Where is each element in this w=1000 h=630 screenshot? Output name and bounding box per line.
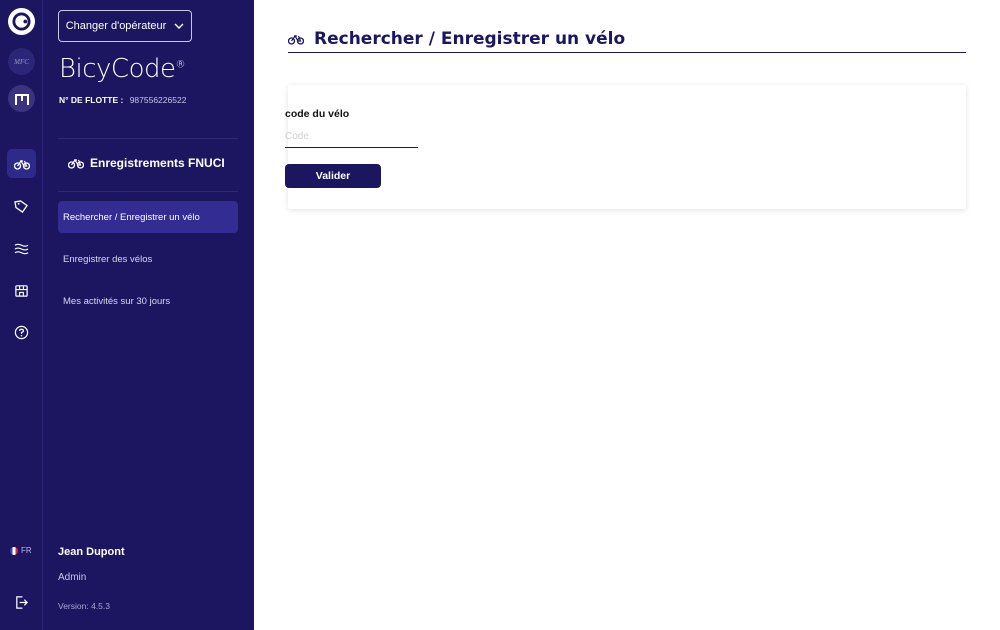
validate-button[interactable]: Valider: [285, 164, 381, 188]
sidebar-item-label: Mes activités sur 30 jours: [63, 295, 171, 307]
main-content: Rechercher / Enregistrer un vélo code du…: [254, 0, 1000, 630]
sidebar: Changer d'opérateur BicyCode® N° DE FLOT…: [43, 0, 254, 630]
sidebar-item-search-register-bike[interactable]: Rechercher / Enregistrer un vélo: [58, 201, 238, 233]
app-version: Version: 4.5.3: [58, 601, 110, 611]
bike-code-input[interactable]: [285, 126, 418, 148]
change-operator-label: Changer d'opérateur: [65, 20, 167, 32]
brand-logo-text: BicyCode: [59, 54, 176, 84]
bicycle-icon: [68, 158, 84, 169]
change-operator-button[interactable]: Changer d'opérateur: [58, 10, 192, 42]
org-m-icon[interactable]: [8, 85, 35, 112]
page-header: Rechercher / Enregistrer un vélo: [288, 25, 966, 53]
bike-code-label: code du vélo: [285, 108, 350, 120]
fleet-number-value: 987556226522: [129, 95, 187, 105]
user-name: Jean Dupont: [58, 546, 125, 558]
sidebar-item-label: Rechercher / Enregistrer un vélo: [63, 211, 200, 223]
brand-logo: BicyCode®: [59, 54, 185, 84]
language-code: FR: [21, 546, 32, 555]
store-icon[interactable]: [7, 276, 36, 305]
fleet-number: N° DE FLOTTE : 987556226522: [59, 95, 186, 105]
brand-registered-mark: ®: [175, 59, 186, 71]
page-title: Rechercher / Enregistrer un vélo: [314, 28, 626, 49]
section-fnuci: Enregistrements FNUCI: [68, 156, 225, 170]
bicycode-logo-icon[interactable]: [8, 8, 35, 35]
tag-icon[interactable]: [7, 192, 36, 221]
logout-icon[interactable]: [7, 588, 36, 617]
france-flag-icon: [10, 546, 18, 555]
sidebar-item-activities-30-days[interactable]: Mes activités sur 30 jours: [58, 285, 238, 317]
bicycle-icon[interactable]: [7, 149, 36, 178]
waves-icon[interactable]: [7, 234, 36, 263]
icon-rail: MFC FR: [0, 0, 43, 630]
help-icon[interactable]: [7, 318, 36, 347]
chevron-down-icon: [174, 23, 184, 29]
section-title-label: Enregistrements FNUCI: [90, 156, 225, 170]
sidebar-item-register-bikes[interactable]: Enregistrer des vélos: [58, 243, 238, 275]
sidebar-divider: [58, 191, 238, 192]
sidebar-divider: [58, 138, 238, 139]
org-mfc-icon[interactable]: MFC: [8, 48, 35, 75]
sidebar-item-label: Enregistrer des vélos: [63, 253, 153, 265]
language-selector[interactable]: FR: [10, 546, 32, 555]
org-mfc-label: MFC: [14, 57, 29, 66]
fleet-label: N° DE FLOTTE :: [59, 95, 124, 105]
user-role: Admin: [58, 572, 87, 583]
bicycle-icon: [288, 34, 304, 45]
